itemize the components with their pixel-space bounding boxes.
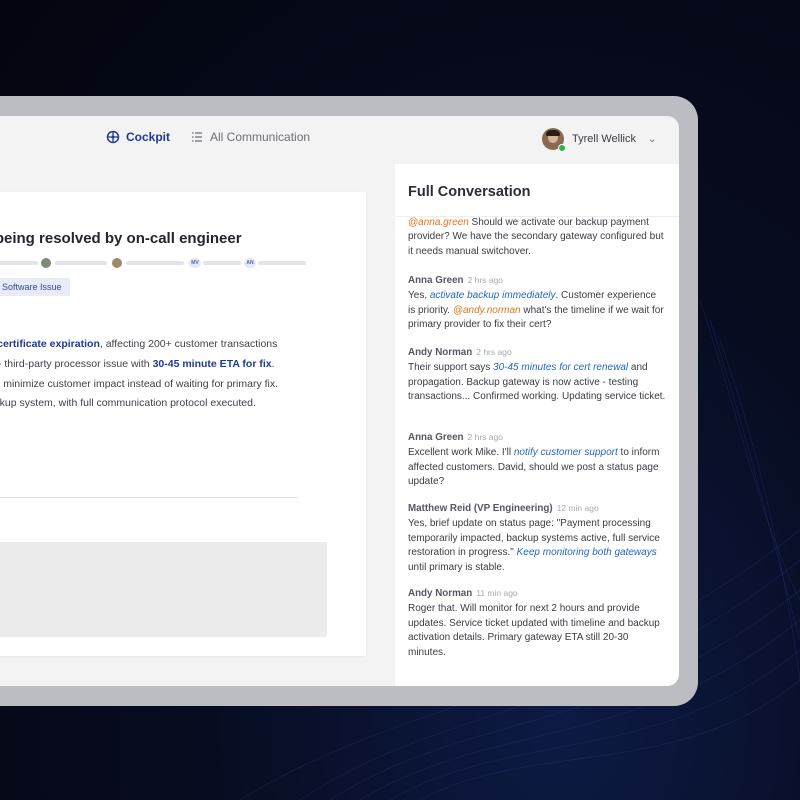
participant-initials: MV	[189, 258, 201, 268]
message-text: until primary is stable.	[408, 561, 505, 573]
message-author: Matthew Reid (VP Engineering)	[408, 503, 553, 514]
summary-highlight: SSL certificate expiration	[0, 338, 100, 350]
top-navigation-bar: Cockpit All Communication Tyrell Wellick…	[0, 116, 679, 164]
message: @anna.green Should we activate our backu…	[408, 216, 666, 259]
action-link[interactable]: Keep monitoring both gateways	[517, 547, 657, 558]
message: Andy Norman 2 hrs ago Their support says …	[408, 345, 666, 405]
summary-text: .	[271, 358, 275, 370]
message-time: 2 hrs ago	[467, 275, 503, 285]
participant-initials: AN	[244, 258, 256, 268]
summary-line: neer - third-party processor issue with …	[0, 358, 275, 370]
incident-card: ay being resolved by on-call engineer MV…	[0, 192, 366, 656]
message-author: Andy Norman	[408, 588, 473, 599]
summary-line: a backup system, with full communication…	[0, 397, 256, 409]
list-icon	[192, 132, 202, 142]
mention[interactable]: @andy.norman	[453, 305, 521, 316]
online-status-dot	[558, 144, 566, 152]
nav-all-communication[interactable]: All Communication	[190, 130, 310, 144]
summary-line: SSL certificate expiration, affecting 20…	[0, 338, 277, 350]
summary-highlight: 30-45 minute ETA for fix	[152, 358, 272, 370]
user-menu[interactable]: Tyrell Wellick ⌄	[542, 128, 657, 152]
user-name: Tyrell Wellick	[572, 133, 636, 145]
mention[interactable]: @anna.green	[408, 217, 469, 228]
message-time: 12 min ago	[556, 503, 599, 513]
progress-segment	[0, 261, 38, 265]
action-link[interactable]: activate backup immediately	[430, 290, 556, 301]
message-text: Yes,	[408, 290, 430, 302]
cockpit-wheel-icon	[106, 130, 120, 144]
nav-cockpit[interactable]: Cockpit	[106, 130, 170, 144]
divider	[0, 497, 298, 498]
user-avatar	[542, 128, 566, 152]
summary-text: to minimize customer impact instead of w…	[0, 378, 279, 390]
message-time: 2 hrs ago	[476, 347, 512, 357]
message-time: 2 hrs ago	[467, 432, 503, 442]
message: Anna Green 2 hrs ago Excellent work Mike.…	[408, 430, 666, 490]
message-author: Anna Green	[408, 275, 464, 286]
message-text: Excellent work Mike. I'll	[408, 447, 514, 459]
message-text: Roger that. Will monitor for next 2 hour…	[408, 603, 660, 658]
summary-line: ely to minimize customer impact instead …	[0, 378, 278, 390]
message-time: 11 min ago	[476, 588, 518, 598]
chevron-down-icon: ⌄	[647, 133, 657, 145]
participant-avatar	[112, 258, 122, 268]
message-author: Andy Norman	[408, 347, 473, 358]
category-tag: Software Issue	[0, 278, 70, 296]
progress-segment	[258, 261, 306, 265]
app-window: Cockpit All Communication Tyrell Wellick…	[0, 116, 679, 686]
message: Andy Norman 11 min ago Roger that. Will m…	[408, 586, 666, 660]
progress-segment	[55, 261, 107, 265]
progress-segment	[126, 261, 184, 265]
conversation-title: Full Conversation	[408, 184, 531, 200]
content-placeholder	[0, 542, 327, 637]
action-link[interactable]: notify customer support	[514, 447, 618, 458]
action-link[interactable]: 30-45 minutes for cert renewal	[493, 362, 628, 373]
participant-avatar	[41, 258, 51, 268]
conversation-panel: Full Conversation @anna.green Should we …	[395, 164, 679, 686]
participant-progress-row: MV AN	[0, 258, 340, 268]
incident-title: ay being resolved by on-call engineer	[0, 230, 242, 247]
summary-text: , affecting 200+ customer transactions	[99, 338, 278, 350]
message-author: Anna Green	[408, 432, 464, 443]
message: Matthew Reid (VP Engineering) 12 min ago …	[408, 501, 666, 575]
message: Anna Green 2 hrs ago Yes, activate backup…	[408, 273, 666, 333]
nav-all-communication-label: All Communication	[210, 130, 311, 144]
nav-cockpit-label: Cockpit	[126, 130, 171, 144]
progress-segment	[203, 261, 241, 265]
message-text: Their support says	[408, 362, 494, 374]
summary-text: neer - third-party processor issue with	[0, 358, 150, 370]
